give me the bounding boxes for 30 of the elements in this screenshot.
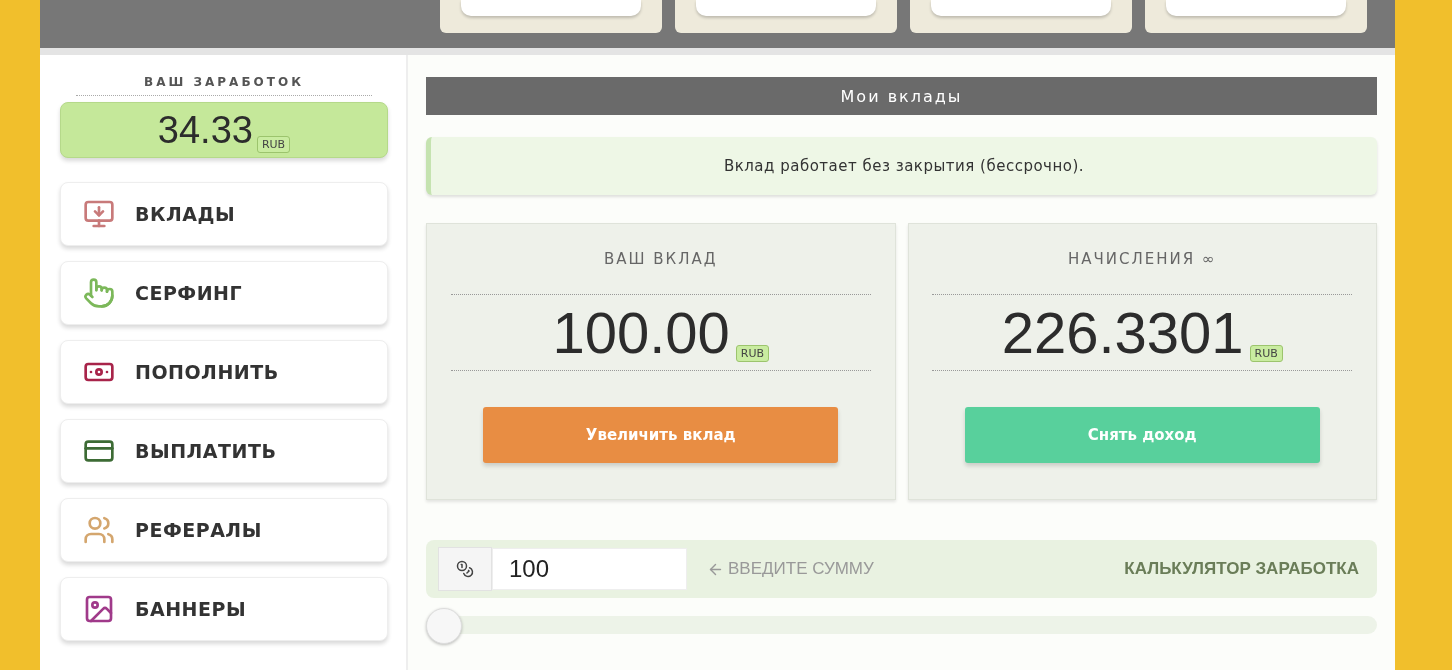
menu-item[interactable]: ВКЛАДЫ — [60, 182, 388, 246]
coins-icon — [456, 560, 474, 578]
earnings-amount: 34.33 — [157, 108, 253, 152]
menu-item[interactable]: СЕРФИНГ — [60, 261, 388, 325]
pointer-hand-icon — [83, 277, 115, 309]
currency-badge: RUB — [1249, 345, 1283, 362]
menu-item[interactable]: ПОПОЛНИТЬ — [60, 340, 388, 404]
calculator-title: КАЛЬКУЛЯТОР ЗАРАБОТКА — [1124, 559, 1359, 579]
top-tab[interactable] — [1145, 0, 1367, 33]
people-icon — [83, 514, 115, 546]
amount-hint: ВВЕДИТЕ СУММУ — [728, 559, 874, 579]
menu-item[interactable]: РЕФЕРАЛЫ — [60, 498, 388, 562]
card-title: ВАШ ВКЛАД — [603, 250, 718, 268]
card-amount: 100.00 — [552, 299, 730, 366]
monitor-icon — [83, 198, 115, 230]
menu-item[interactable]: ВЫПЛАТИТЬ — [60, 419, 388, 483]
card-amount: 226.3301 — [1001, 299, 1244, 366]
top-tab[interactable] — [910, 0, 1132, 33]
slider-thumb[interactable] — [426, 608, 462, 644]
section-title: Мои вклады — [426, 77, 1377, 115]
currency-badge: RUB — [735, 345, 770, 362]
top-tab[interactable] — [440, 0, 662, 33]
earnings-title: ВАШ ЗАРАБОТОК — [76, 75, 372, 96]
currency-badge: RUB — [256, 136, 291, 153]
top-tab[interactable] — [675, 0, 897, 33]
menu-item[interactable]: БАННЕРЫ — [60, 577, 388, 641]
image-icon — [83, 593, 115, 625]
amount-input[interactable]: 100 — [492, 548, 687, 590]
card-title: НАЧИСЛЕНИЯ ∞ — [1068, 250, 1217, 268]
notice: Вклад работает без закрытия (бессрочно). — [426, 137, 1377, 195]
